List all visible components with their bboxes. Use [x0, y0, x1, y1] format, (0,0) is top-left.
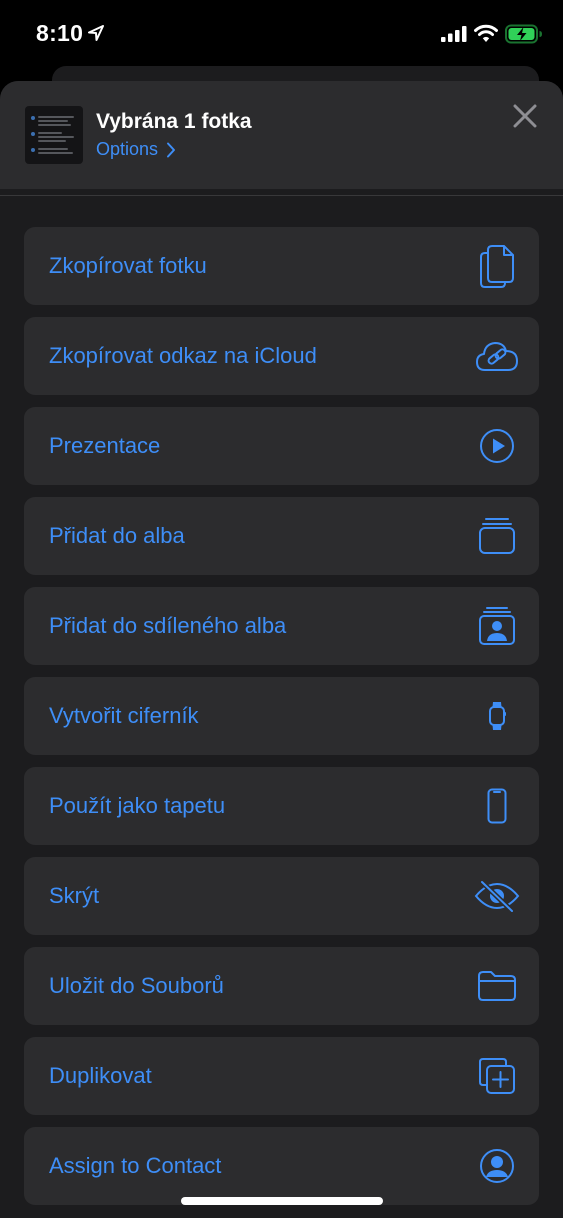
location-arrow-icon — [88, 25, 104, 41]
chevron-right-icon — [167, 142, 176, 157]
action-label: Použít jako tapetu — [49, 793, 226, 818]
action-hide[interactable]: Skrýt — [24, 857, 539, 935]
sheet-title: Vybrána 1 fotka — [96, 110, 252, 133]
action-copy-icloud-link[interactable]: Zkopírovat odkaz na iCloud — [24, 317, 539, 395]
iphone-icon — [487, 788, 507, 824]
action-label: Uložit do Souborů — [49, 973, 224, 998]
action-add-to-album[interactable]: Přidat do alba — [24, 497, 539, 575]
duplicate-plus-icon — [479, 1058, 515, 1094]
action-label: Vytvořit ciferník — [49, 703, 199, 728]
icloud-link-icon — [476, 342, 518, 371]
options-label: Options — [96, 139, 159, 159]
action-label: Zkopírovat odkaz na iCloud — [49, 343, 317, 368]
apple-watch-icon — [489, 702, 506, 730]
action-label: Zkopírovat fotku — [49, 253, 207, 278]
options-button[interactable]: Options — [96, 139, 176, 160]
status-time: 8:10 — [36, 20, 84, 46]
action-save-to-files[interactable]: Uložit do Souborů — [24, 947, 539, 1025]
close-button[interactable] — [508, 99, 542, 133]
close-icon — [513, 104, 537, 128]
cellular-signal-icon — [441, 26, 467, 42]
action-use-as-wallpaper[interactable]: Použít jako tapetu — [24, 767, 539, 845]
folder-icon — [478, 971, 516, 1001]
action-assign-to-contact[interactable]: Assign to Contact — [24, 1127, 539, 1205]
photo-thumbnail — [25, 106, 83, 164]
action-label: Assign to Contact — [49, 1153, 222, 1178]
shared-album-icon — [479, 607, 515, 645]
copy-document-icon — [480, 245, 514, 288]
action-copy-photo[interactable]: Zkopírovat fotku — [24, 227, 539, 305]
eye-slash-icon — [474, 879, 520, 914]
play-circle-icon — [480, 429, 514, 463]
action-label: Skrýt — [49, 883, 100, 908]
battery-charging-icon — [505, 24, 542, 44]
wifi-icon — [474, 24, 498, 42]
album-stack-icon — [479, 518, 515, 554]
person-circle-icon — [480, 1149, 514, 1183]
action-label: Přidat do sdíleného alba — [49, 613, 287, 638]
home-indicator[interactable] — [181, 1197, 383, 1205]
action-label: Duplikovat — [49, 1063, 152, 1088]
action-create-watch-face[interactable]: Vytvořit ciferník — [24, 677, 539, 755]
status-bar: 8:10 — [0, 0, 563, 70]
action-label: Prezentace — [49, 433, 161, 458]
header-divider — [0, 195, 563, 196]
sheet-header: Vybrána 1 fotka Options — [0, 81, 563, 189]
action-add-to-shared-album[interactable]: Přidat do sdíleného alba — [24, 587, 539, 665]
action-duplicate[interactable]: Duplikovat — [24, 1037, 539, 1115]
action-label: Přidat do alba — [49, 523, 185, 548]
action-slideshow[interactable]: Prezentace — [24, 407, 539, 485]
